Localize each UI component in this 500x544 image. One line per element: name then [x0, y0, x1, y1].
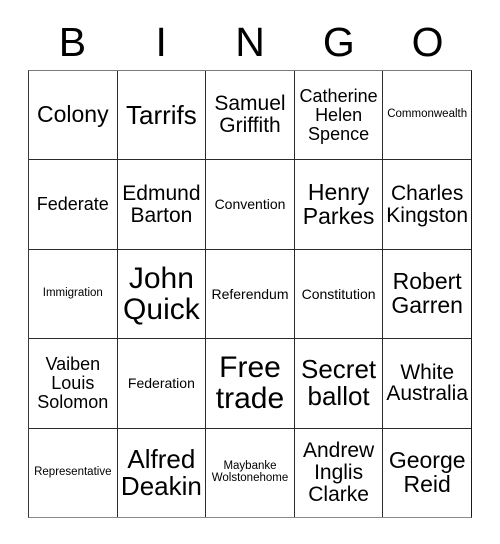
bingo-cell[interactable]: White Australia [383, 339, 471, 427]
bingo-cell-label: Samuel Griffith [214, 92, 286, 138]
bingo-cell-label: Charles Kingston [386, 181, 469, 227]
bingo-cell[interactable]: Constitution [295, 249, 384, 339]
bingo-cell-label: Commonwealth [387, 108, 468, 121]
bingo-cell-label: White Australia [386, 360, 469, 406]
bingo-cell[interactable]: Alfred Deakin [118, 428, 207, 518]
bingo-cell-label: George Reid [388, 446, 466, 497]
bingo-header-letter-i: I [117, 14, 206, 70]
header-letter-text: N [235, 18, 265, 65]
header-letter-text: O [411, 18, 444, 65]
bingo-cell-label: Catherine Helen Spence [299, 86, 378, 144]
bingo-cell[interactable]: Immigration [29, 249, 118, 339]
bingo-cell[interactable]: Referendum [206, 249, 295, 339]
header-letter-text: I [155, 18, 167, 65]
bingo-row: Federate Edmund Barton Convention Henry … [29, 160, 471, 250]
bingo-cell-label: Federate [36, 194, 109, 215]
bingo-cell[interactable]: Edmund Barton [118, 160, 207, 249]
bingo-header-letter-n: N [206, 14, 295, 70]
bingo-cell-label: Robert Garren [391, 268, 463, 319]
bingo-grid: Colony Tarrifs Samuel Griffith Catherine… [28, 70, 472, 518]
bingo-cell[interactable]: John Quick [118, 249, 207, 339]
bingo-row: Representative Alfred Deakin Maybanke Wo… [29, 428, 471, 518]
bingo-cell-label: Vaiben Louis Solomon [37, 354, 109, 412]
bingo-cell[interactable]: Vaiben Louis Solomon [29, 339, 118, 428]
bingo-cell[interactable]: Andrew Inglis Clarke [295, 428, 384, 518]
bingo-cell-label: Alfred Deakin [120, 443, 202, 501]
bingo-cell-label: John Quick [123, 261, 200, 327]
bingo-cell[interactable]: Federate [29, 160, 118, 249]
bingo-row: Colony Tarrifs Samuel Griffith Catherine… [29, 71, 471, 161]
bingo-cell[interactable]: Charles Kingston [383, 160, 471, 248]
bingo-cell[interactable]: Secret ballot [295, 339, 384, 428]
bingo-cell-label: Maybanke Wolstonehome [211, 459, 289, 484]
bingo-header-letter-o: O [383, 14, 472, 70]
header-letter-text: G [322, 18, 355, 65]
header-letter-text: B [58, 18, 87, 65]
bingo-cell[interactable]: Catherine Helen Spence [295, 71, 384, 160]
bingo-cell[interactable]: Representative [29, 428, 118, 518]
bingo-header-row: B I N G O [28, 14, 472, 70]
bingo-cell-label: Representative [34, 465, 112, 478]
bingo-cell[interactable]: Convention [206, 160, 295, 249]
bingo-cell-label: Andrew Inglis Clarke [302, 439, 375, 506]
bingo-cell-label: Referendum [211, 285, 289, 302]
bingo-cell-label: Constitution [301, 285, 376, 302]
bingo-row: Vaiben Louis Solomon Federation Free tra… [29, 339, 471, 429]
bingo-cell[interactable]: Commonwealth [383, 71, 471, 159]
bingo-cell[interactable]: Free trade [206, 339, 295, 428]
bingo-cell[interactable]: George Reid [383, 429, 471, 517]
bingo-cell[interactable]: Robert Garren [383, 250, 471, 338]
bingo-cell-label: Henry Parkes [302, 178, 375, 229]
bingo-cell[interactable]: Samuel Griffith [206, 71, 295, 160]
bingo-cell-label: Convention [214, 196, 286, 213]
bingo-header-letter-g: G [294, 14, 383, 70]
bingo-cell[interactable]: Tarrifs [118, 71, 207, 160]
bingo-cell-label: Free trade [215, 351, 285, 416]
bingo-cell-label: Tarrifs [126, 99, 197, 130]
bingo-cell-label: Federation [127, 375, 195, 392]
bingo-cell[interactable]: Maybanke Wolstonehome [206, 428, 295, 518]
bingo-cell-label: Colony [36, 101, 109, 128]
bingo-cell-label: Immigration [42, 287, 103, 300]
bingo-cell[interactable]: Colony [29, 71, 118, 160]
bingo-card: B I N G O Colony Tarrifs Samuel Griffith [0, 0, 500, 544]
bingo-row: Immigration John Quick Referendum Consti… [29, 249, 471, 340]
bingo-cell-label: Secret ballot [301, 354, 377, 412]
bingo-header-letter-b: B [28, 14, 117, 70]
bingo-cell-label: Edmund Barton [122, 181, 201, 227]
bingo-cell[interactable]: Henry Parkes [295, 160, 384, 249]
bingo-cell[interactable]: Federation [118, 339, 207, 428]
